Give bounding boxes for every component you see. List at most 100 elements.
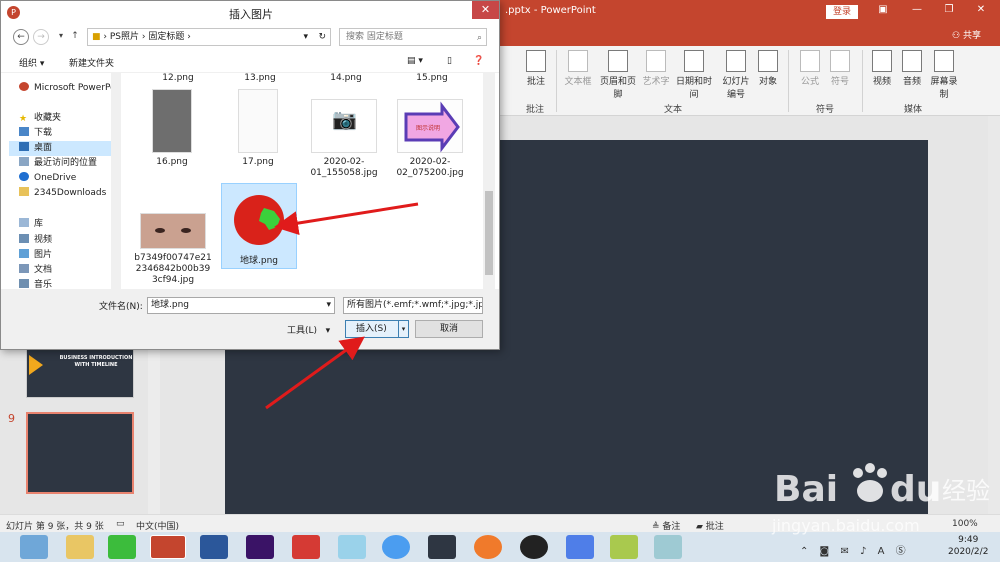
nav-item-libraries[interactable]: 库 bbox=[9, 217, 121, 232]
nav-label: 图片 bbox=[34, 250, 53, 260]
nav-item-videos[interactable]: 视频 bbox=[9, 233, 121, 248]
qq-icon[interactable] bbox=[520, 535, 548, 559]
file-item[interactable]: 15.png bbox=[391, 73, 473, 84]
address-bar[interactable]: ■ › PS照片 › 固定标题 › ▾ ↻ bbox=[87, 28, 331, 46]
file-item[interactable]: 12.png bbox=[137, 73, 219, 84]
library-icon bbox=[19, 218, 29, 227]
word-icon[interactable] bbox=[200, 535, 228, 559]
nav-item-documents[interactable]: 文档 bbox=[9, 263, 121, 278]
nav-item-2345downloads[interactable]: 2345Downloads bbox=[9, 186, 121, 201]
equation-label: 公式 bbox=[800, 77, 819, 87]
powerpoint-icon[interactable] bbox=[150, 535, 186, 559]
ribbon-options-icon[interactable]: ▣ bbox=[874, 4, 892, 15]
filetype-select[interactable]: 所有图片(*.emf;*.wmf;*.jpg;*.jpeg bbox=[343, 297, 483, 314]
address-dropdown-icon[interactable]: ▾ bbox=[303, 29, 308, 45]
help-icon[interactable]: ❓ bbox=[473, 56, 484, 66]
slide-number-label: 幻灯片编号 bbox=[722, 77, 750, 100]
file-list-scrollbar[interactable] bbox=[483, 73, 495, 289]
premiere-icon[interactable] bbox=[246, 535, 274, 559]
symbol-button[interactable]: 符号 bbox=[826, 50, 854, 87]
arrow-shape-icon: 图示说明 bbox=[404, 101, 460, 153]
file-item[interactable]: 17.png bbox=[217, 89, 299, 168]
ime-indicator[interactable]: A bbox=[878, 546, 889, 557]
view-icon[interactable]: ▤ ▾ bbox=[407, 56, 423, 66]
breadcrumb-item[interactable]: PS照片 bbox=[110, 32, 139, 42]
language-status[interactable]: 中文(中国) bbox=[136, 519, 179, 532]
wordart-button[interactable]: 艺术字 bbox=[642, 50, 670, 87]
datetime-button[interactable]: 日期和时间 bbox=[674, 50, 714, 100]
textbox-button[interactable]: 文本框 bbox=[564, 50, 592, 87]
clock-date: 2020/2/2 bbox=[948, 547, 989, 557]
slide-thumbnail-9[interactable] bbox=[26, 412, 134, 494]
file-item[interactable]: b7349f00747e212346842b00b393cf94.jpg bbox=[131, 213, 215, 286]
comment-icon bbox=[526, 50, 546, 72]
pet-icon[interactable] bbox=[338, 535, 366, 559]
file-item[interactable]: 📷 2020-02-01_155058.jpg bbox=[303, 99, 385, 179]
file-item[interactable]: 13.png bbox=[219, 73, 301, 84]
navigation-scrollbar[interactable] bbox=[111, 73, 121, 289]
refresh-icon[interactable]: ↻ bbox=[318, 29, 326, 45]
share-button[interactable]: ⚇ 共享 bbox=[952, 28, 981, 41]
scrollbar-thumb[interactable] bbox=[485, 191, 493, 275]
restore-icon[interactable]: ❐ bbox=[940, 4, 958, 15]
organize-button[interactable]: 组织 ▾ bbox=[19, 56, 44, 69]
slide-number-button[interactable]: 幻灯片编号 bbox=[720, 50, 752, 100]
nav-item-desktop[interactable]: 桌面 bbox=[9, 141, 121, 156]
nav-item-onedrive[interactable]: OneDrive bbox=[9, 171, 121, 186]
breadcrumb-item[interactable]: 固定标题 bbox=[148, 32, 184, 42]
insert-dropdown-icon[interactable]: ▾ bbox=[398, 321, 408, 337]
browser-icon[interactable] bbox=[20, 535, 48, 559]
file-item-selected[interactable]: 地球.png bbox=[221, 183, 297, 269]
back-icon[interactable]: ← bbox=[13, 29, 29, 45]
dialog-title-bar: P 插入图片 ✕ bbox=[1, 1, 499, 25]
up-icon[interactable]: ↑ bbox=[67, 29, 83, 45]
nav-item-pictures[interactable]: 图片 bbox=[9, 248, 121, 263]
nav-item-downloads[interactable]: 下载 bbox=[9, 126, 121, 141]
dialog-close-button[interactable]: ✕ bbox=[472, 1, 499, 19]
nav-item-recent[interactable]: 最近访问的位置 bbox=[9, 156, 121, 171]
feishu-icon[interactable] bbox=[566, 535, 594, 559]
firefox-icon[interactable] bbox=[474, 535, 502, 559]
comments-button[interactable]: ▰ 批注 bbox=[696, 519, 724, 532]
powerpoint-logo-icon: P bbox=[7, 6, 20, 19]
slide-info: 幻灯片 第 9 张，共 9 张 bbox=[6, 522, 104, 532]
cancel-button[interactable]: 取消 bbox=[415, 320, 483, 338]
system-tray[interactable]: ⌃ ◙ ✉ ♪ A Ⓢ bbox=[800, 542, 910, 557]
wps-icon[interactable] bbox=[292, 535, 320, 559]
taskbar: ⌃ ◙ ✉ ♪ A Ⓢ 9:49 2020/2/2 bbox=[0, 532, 1000, 562]
file-explorer-icon[interactable] bbox=[66, 535, 94, 559]
spellcheck-icon[interactable]: ▭ bbox=[116, 519, 125, 529]
clock[interactable]: 9:49 2020/2/2 bbox=[948, 534, 988, 558]
file-item[interactable]: 16.png bbox=[131, 89, 213, 168]
audio-button[interactable]: 音频 bbox=[898, 50, 926, 87]
screen-record-button[interactable]: 屏幕录制 bbox=[930, 50, 958, 100]
file-item[interactable]: 14.png bbox=[305, 73, 387, 84]
search-input[interactable]: 搜索 固定标题 ⌕ bbox=[339, 28, 487, 46]
equation-button[interactable]: 公式 bbox=[796, 50, 824, 87]
notepad-icon[interactable] bbox=[610, 535, 638, 559]
video-button[interactable]: 视频 bbox=[868, 50, 896, 87]
comment-button[interactable]: 批注 bbox=[522, 50, 550, 87]
wechat-icon[interactable] bbox=[108, 535, 136, 559]
minimize-icon[interactable]: — bbox=[908, 4, 926, 15]
preview-pane-icon[interactable]: ▯ bbox=[447, 56, 452, 66]
nav-item-favorites[interactable]: ★ 收藏夹 bbox=[9, 111, 121, 126]
object-button[interactable]: 对象 bbox=[754, 50, 782, 87]
tools-menu[interactable]: 工具(L) ▾ bbox=[287, 323, 330, 336]
nav-item-music[interactable]: 音乐 bbox=[9, 278, 121, 289]
slide-thumbnail-8[interactable]: BUSINESS INTRODUCTION WITH TIMELINE bbox=[26, 348, 134, 398]
nav-item-powerpoint[interactable]: Microsoft PowerPoint bbox=[9, 81, 121, 96]
chevron-down-icon[interactable]: ▾ bbox=[326, 298, 331, 313]
close-icon[interactable]: ✕ bbox=[972, 4, 990, 15]
video-editor-icon[interactable] bbox=[428, 535, 456, 559]
header-footer-button[interactable]: 页眉和页脚 bbox=[598, 50, 638, 100]
chrome-icon[interactable] bbox=[382, 535, 410, 559]
file-item[interactable]: 图示说明 2020-02-02_075200.jpg bbox=[389, 99, 471, 179]
insert-button[interactable]: 插入(S) ▾ bbox=[345, 320, 409, 338]
new-folder-button[interactable]: 新建文件夹 bbox=[69, 56, 114, 69]
forward-icon[interactable]: → bbox=[33, 29, 49, 45]
notes-button[interactable]: ≜ 备注 bbox=[652, 519, 680, 532]
filename-input[interactable]: 地球.png ▾ bbox=[147, 297, 335, 314]
paper-icon[interactable] bbox=[654, 535, 682, 559]
login-button[interactable]: 登录 bbox=[826, 5, 858, 19]
